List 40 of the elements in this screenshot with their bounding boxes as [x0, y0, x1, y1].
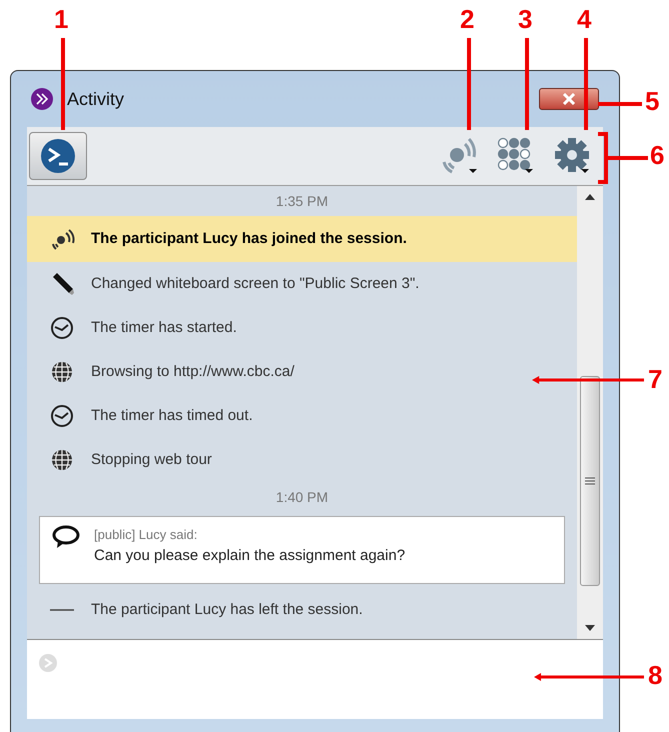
callout-number: 8 — [648, 662, 662, 688]
leader-line — [598, 101, 642, 107]
log-message: The timer has timed out. — [91, 406, 253, 426]
timestamp: 1:35 PM — [276, 192, 328, 210]
log-message: The participant Lucy has left the session. — [91, 600, 363, 620]
scroll-thumb[interactable] — [580, 376, 600, 586]
window-title: Activity — [67, 88, 124, 111]
log-message: Stopping web tour — [91, 450, 212, 470]
clock-icon — [49, 403, 75, 429]
log-message: Browsing to http://www.cbc.ca/ — [91, 362, 294, 382]
grip-icon — [585, 477, 595, 485]
timestamp: 1:40 PM — [276, 488, 328, 506]
scroll-down-icon[interactable] — [585, 625, 595, 631]
app-logo-icon — [31, 88, 53, 110]
log-message: The participant Lucy has joined the session. — [91, 228, 407, 249]
log-message: The timer has started. — [91, 318, 237, 338]
scrollbar[interactable] — [577, 186, 603, 639]
clock-icon — [49, 315, 75, 341]
send-icon — [39, 654, 57, 672]
console-button[interactable] — [29, 132, 87, 180]
console-icon — [39, 137, 77, 175]
scroll-up-icon[interactable] — [585, 194, 595, 200]
callout-number: 1 — [54, 6, 68, 32]
callout-number: 5 — [645, 88, 660, 114]
callout-number: 3 — [518, 6, 532, 32]
log-message: Changed whiteboard screen to "Public Screen 3". — [91, 274, 420, 294]
close-button[interactable] — [539, 88, 599, 110]
callout-number: 4 — [577, 6, 592, 32]
chat-text: Can you please explain the assignment again? — [94, 546, 406, 566]
globe-icon — [49, 359, 75, 385]
dash-icon — [49, 608, 75, 612]
callout-number: 7 — [648, 366, 662, 392]
callout-number: 2 — [460, 6, 474, 32]
close-icon — [562, 93, 576, 105]
message-input-field[interactable] — [27, 639, 603, 719]
speech-bubble-icon — [52, 525, 80, 549]
leader-line — [598, 132, 648, 184]
chat-sender: [public] Lucy said: — [94, 526, 198, 544]
globe-icon — [49, 447, 75, 473]
callout-number: 6 — [650, 142, 664, 168]
